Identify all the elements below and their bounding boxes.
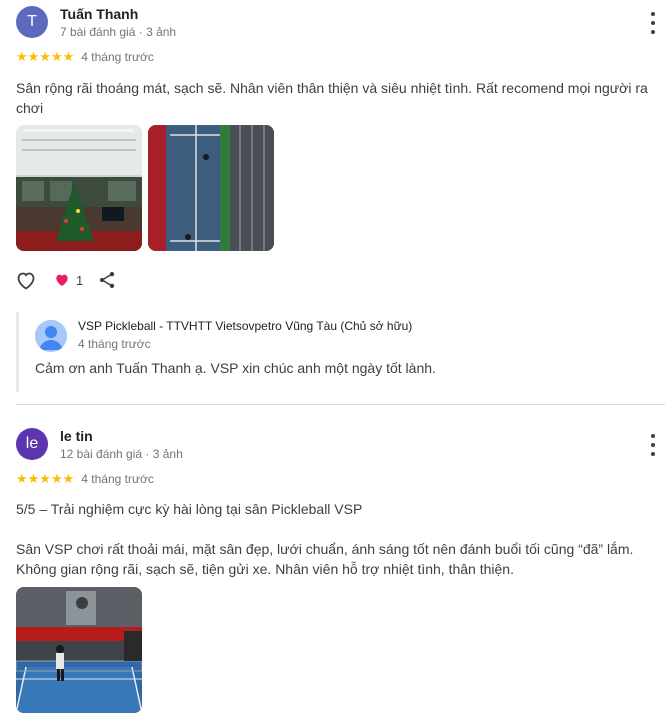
review-text-headline: 5/5 – Trải nghiệm cực kỳ hài lòng tại sâ… bbox=[16, 501, 363, 517]
avatar[interactable]: T bbox=[16, 6, 48, 38]
more-options-icon[interactable] bbox=[649, 434, 657, 456]
share-icon[interactable] bbox=[97, 270, 117, 290]
reviewer-meta: 12 bài đánh giá · 3 ảnh bbox=[60, 447, 183, 461]
divider bbox=[16, 404, 665, 405]
heart-filled-icon bbox=[56, 274, 68, 286]
star-rating: ★★★★★ bbox=[16, 49, 75, 64]
reviewer-name[interactable]: le tin bbox=[60, 428, 93, 444]
owner-reply-time: 4 tháng trước bbox=[78, 337, 151, 351]
more-options-icon[interactable] bbox=[649, 12, 657, 34]
review-text: Sân rộng rãi thoáng mát, sạch sẽ. Nhân v… bbox=[16, 80, 648, 116]
owner-avatar-icon bbox=[35, 320, 67, 352]
reviewer-meta: 7 bài đánh giá · 3 ảnh bbox=[60, 25, 177, 39]
review-photo[interactable] bbox=[16, 587, 142, 713]
reaction-count: 1 bbox=[76, 272, 84, 288]
avatar[interactable]: le bbox=[16, 428, 48, 460]
reviewer-name[interactable]: Tuấn Thanh bbox=[60, 6, 138, 22]
review-photo[interactable] bbox=[148, 125, 274, 251]
reaction-count-button[interactable]: 1 bbox=[54, 272, 83, 288]
rating-row: ★★★★★ 4 tháng trước bbox=[16, 471, 154, 487]
review-time: 4 tháng trước bbox=[81, 472, 154, 486]
review-actions: 1 bbox=[14, 268, 117, 292]
owner-reply-text: Cảm ơn anh Tuấn Thanh ạ. VSP xin chúc an… bbox=[35, 360, 436, 376]
owner-reply: VSP Pickleball - TTVHTT Vietsovpetro Vũn… bbox=[16, 312, 656, 392]
review-text: Sân VSP chơi rất thoải mái, mặt sân đẹp,… bbox=[16, 541, 634, 577]
review-photo[interactable] bbox=[16, 125, 142, 251]
star-rating: ★★★★★ bbox=[16, 471, 75, 486]
review-time: 4 tháng trước bbox=[81, 50, 154, 64]
rating-row: ★★★★★ 4 tháng trước bbox=[16, 49, 154, 65]
heart-outline-icon[interactable] bbox=[14, 268, 38, 292]
owner-name: VSP Pickleball - TTVHTT Vietsovpetro Vũn… bbox=[78, 319, 413, 333]
